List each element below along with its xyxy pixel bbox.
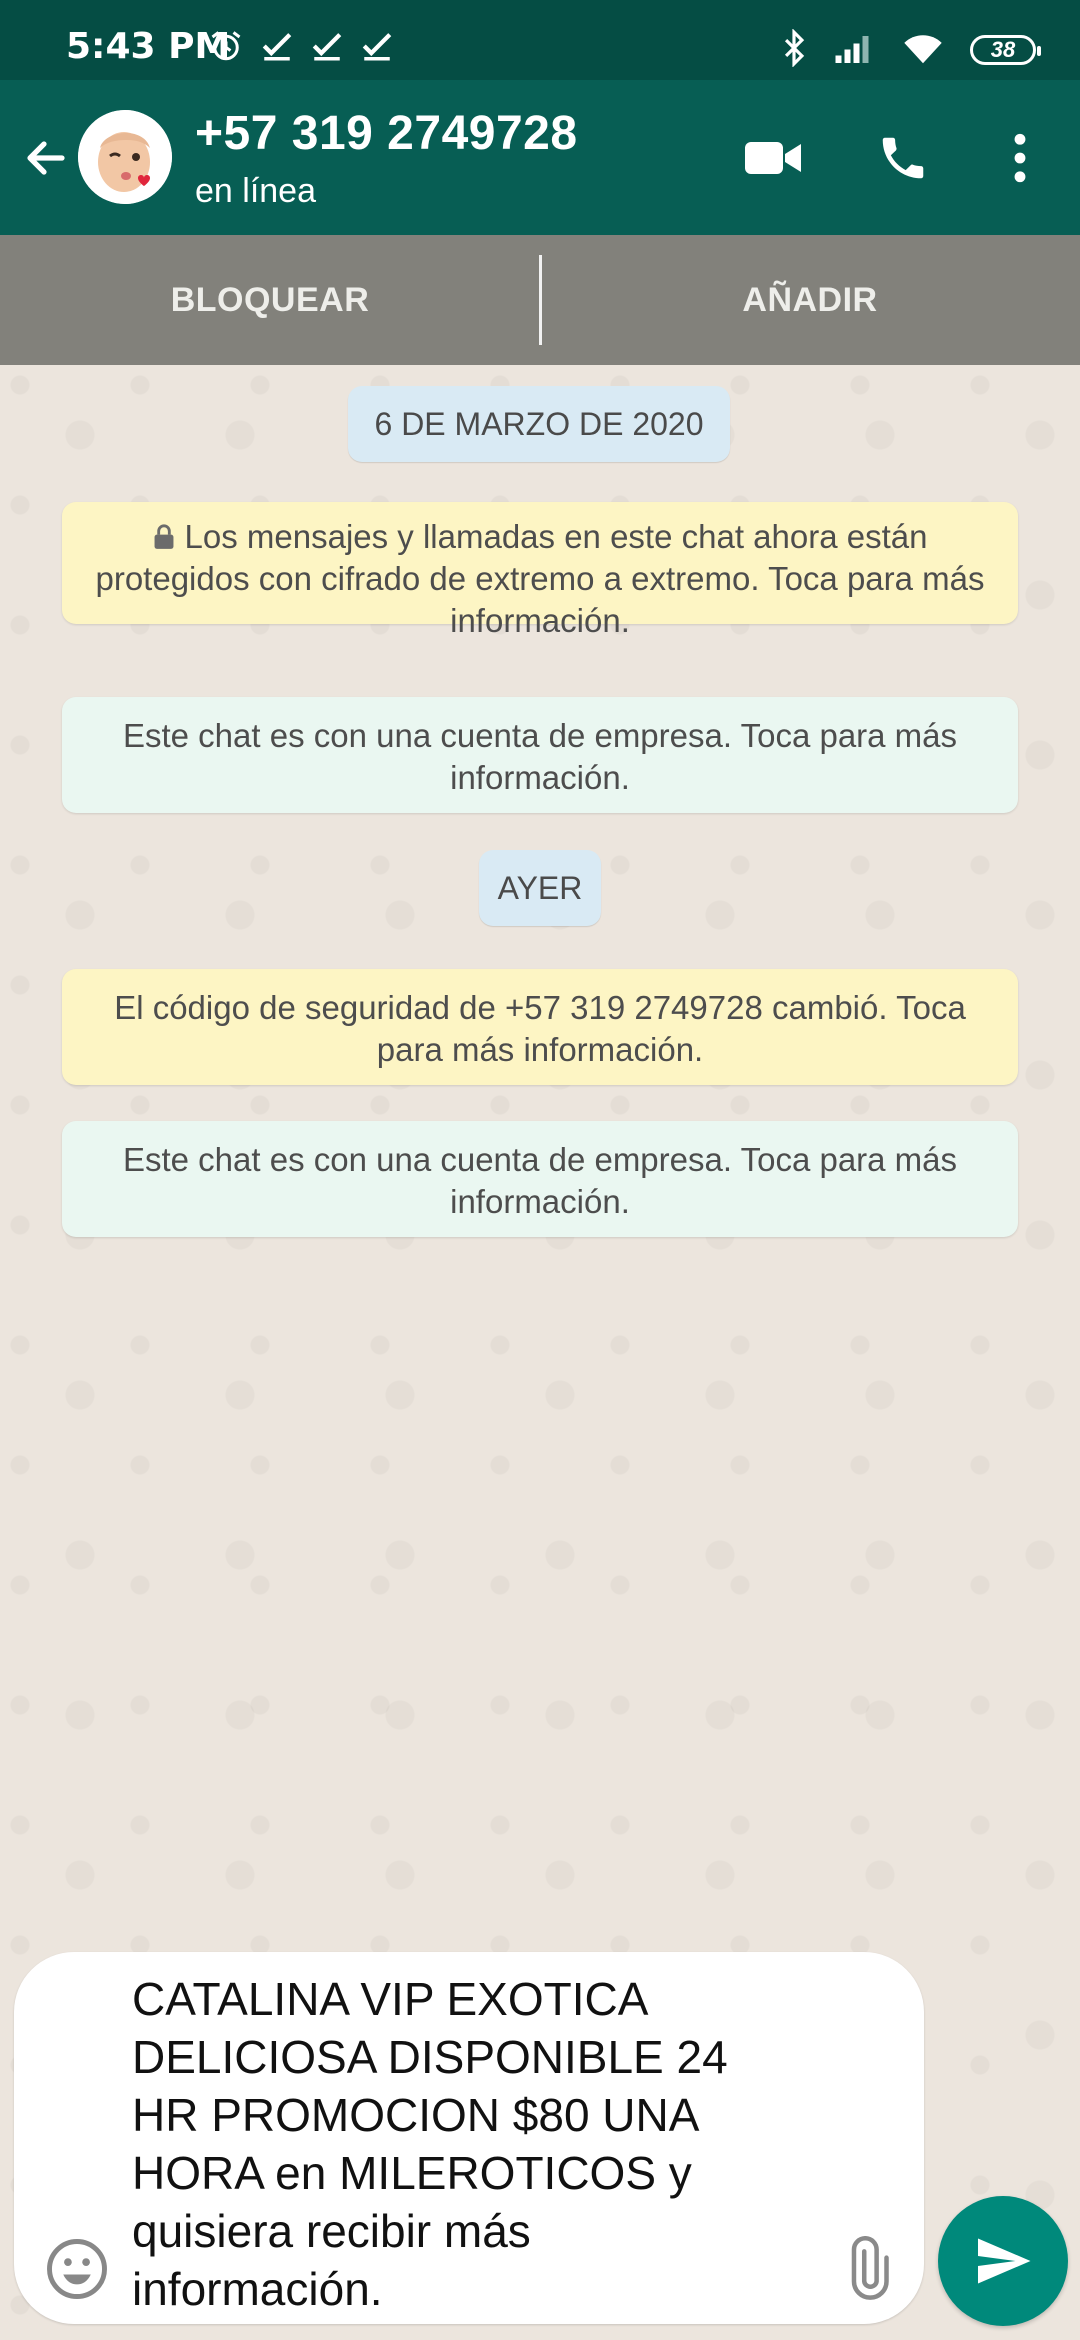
block-button[interactable]: BLOQUEAR (0, 235, 540, 365)
back-arrow-icon (27, 141, 65, 175)
wifi-icon (902, 31, 944, 70)
date-chip: 6 DE MARZO DE 2020 (348, 386, 730, 462)
add-contact-button[interactable]: AÑADIR (540, 235, 1080, 365)
security-code-notice[interactable]: El código de seguridad de +57 319 274972… (62, 969, 1018, 1085)
memoji-avatar-icon (78, 110, 172, 204)
business-action-bar: BLOQUEAR AÑADIR (0, 235, 1080, 365)
emoji-icon (47, 2239, 107, 2299)
status-time: 5:43 PM (66, 26, 231, 67)
status-icons-left (208, 26, 394, 70)
back-button[interactable] (18, 126, 74, 190)
check-icon (260, 29, 294, 68)
signal-icon (834, 31, 876, 70)
encryption-notice[interactable]: Los mensajes y llamadas en este chat aho… (62, 502, 1018, 639)
battery-level: 38 (990, 37, 1016, 62)
status-bar: 5:43 PM 38 (0, 0, 1080, 80)
message-input[interactable]: CATALINA VIP EXOTICA DELICIOSA DISPONIBL… (132, 1970, 792, 2318)
contact-status: en línea (195, 172, 316, 210)
video-call-button[interactable] (738, 120, 808, 196)
send-button[interactable] (938, 2196, 1068, 2326)
more-options-button[interactable] (1000, 120, 1040, 196)
date-chip: AYER (479, 850, 601, 926)
attach-icon (851, 2236, 889, 2300)
business-notice[interactable]: Este chat es con una cuenta de empresa. … (62, 697, 1018, 813)
send-icon (978, 2238, 1031, 2284)
phone-icon (882, 137, 924, 179)
status-icons-right: 38 (780, 27, 1041, 72)
lock-icon (154, 524, 173, 549)
voice-call-button[interactable] (868, 120, 938, 196)
bluetooth-icon (780, 27, 808, 72)
battery-icon: 38 (970, 35, 1041, 65)
encryption-notice-text: Los mensajes y llamadas en este chat aho… (95, 518, 985, 639)
emoji-button[interactable] (44, 2236, 110, 2302)
video-call-icon (745, 142, 801, 174)
attach-button[interactable] (836, 2236, 896, 2302)
check-icon (310, 29, 344, 68)
avatar[interactable] (78, 110, 172, 204)
more-vert-icon (1014, 133, 1026, 183)
alarm-icon (208, 28, 244, 69)
chat-header: +57 319 2749728 en línea (0, 80, 1080, 235)
check-icon (360, 29, 394, 68)
business-notice[interactable]: Este chat es con una cuenta de empresa. … (62, 1121, 1018, 1237)
contact-name[interactable]: +57 319 2749728 (195, 106, 578, 161)
message-composer[interactable]: CATALINA VIP EXOTICA DELICIOSA DISPONIBL… (14, 1952, 924, 2324)
